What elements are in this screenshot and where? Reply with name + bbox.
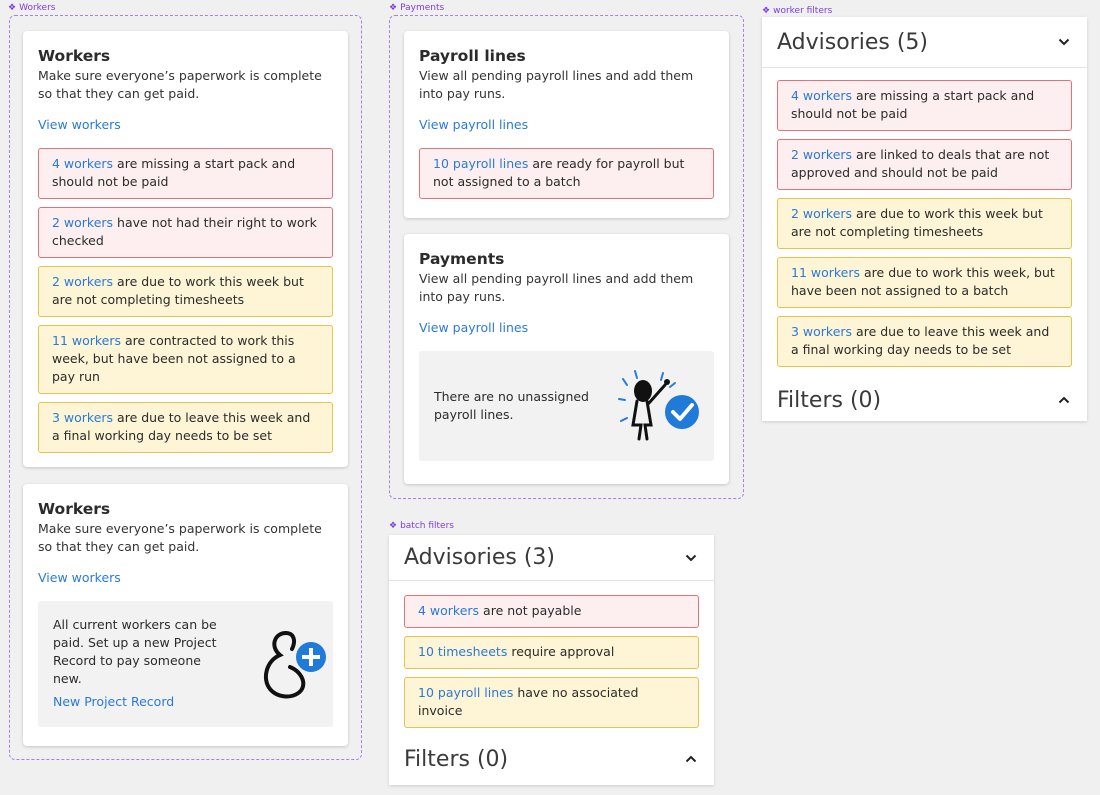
alert-item: 2 workers are due to work this week but … xyxy=(777,198,1072,249)
alert-item: 11 workers are contracted to work this w… xyxy=(38,325,333,394)
filters-title: Filters (0) xyxy=(777,387,882,413)
advisories-title: Advisories (3) xyxy=(404,545,555,570)
card-description: View all pending payroll lines and add t… xyxy=(419,68,694,101)
empty-state-text: There are no unassigned payroll lines. xyxy=(434,389,589,422)
alert-item: 3 workers are due to leave this week and… xyxy=(38,402,333,453)
card-title: Payments xyxy=(419,250,505,268)
chevron-down-icon[interactable] xyxy=(1056,34,1072,50)
celebration-illustration-icon xyxy=(618,370,699,441)
view-workers-link[interactable]: View workers xyxy=(38,117,333,132)
workers-empty-card: Workers Make sure everyone’s paperwork i… xyxy=(23,484,348,746)
alert-link[interactable]: 4 workers xyxy=(418,603,479,618)
component-icon: ❖ xyxy=(762,6,771,16)
alert-item: 4 workers are missing a start pack and s… xyxy=(777,80,1072,131)
alert-list: 4 workers are not payable 10 timesheets … xyxy=(389,581,714,728)
alert-list: 4 workers are missing a start pack and s… xyxy=(38,148,333,453)
alert-link[interactable]: 11 workers xyxy=(52,333,121,348)
view-payroll-lines-link[interactable]: View payroll lines xyxy=(419,117,714,132)
card-title: Payroll lines xyxy=(419,47,526,65)
frame-label-worker-filters: ❖ worker filters xyxy=(762,6,833,16)
card-description: View all pending payroll lines and add t… xyxy=(419,271,694,304)
alert-link[interactable]: 2 workers xyxy=(52,274,113,289)
alert-item: 10 timesheets require approval xyxy=(404,636,699,669)
component-icon: ❖ xyxy=(389,3,398,13)
advisories-header[interactable]: Advisories (3) xyxy=(389,535,714,580)
chevron-up-icon[interactable] xyxy=(683,751,699,767)
workers-card: Workers Make sure everyone’s paperwork i… xyxy=(23,31,348,467)
alert-link[interactable]: 11 workers xyxy=(791,265,860,280)
alert-link[interactable]: 10 payroll lines xyxy=(418,685,513,700)
alert-item: 4 workers are missing a start pack and s… xyxy=(38,148,333,199)
card-title: Workers xyxy=(38,500,111,518)
advisories-title: Advisories (5) xyxy=(777,29,928,55)
alert-link[interactable]: 3 workers xyxy=(52,410,113,425)
alert-link[interactable]: 10 payroll lines xyxy=(433,156,528,171)
alert-link[interactable]: 2 workers xyxy=(791,206,852,221)
empty-state-text: All current workers can be paid. Set up … xyxy=(53,617,217,686)
empty-state-box: All current workers can be paid. Set up … xyxy=(38,601,333,727)
batch-filters-panel: Advisories (3) 4 workers are not payable… xyxy=(389,535,714,785)
view-payroll-lines-link[interactable]: View payroll lines xyxy=(419,320,714,335)
alert-link[interactable]: 4 workers xyxy=(791,88,852,103)
payroll-lines-card: Payroll lines View all pending payroll l… xyxy=(404,31,729,218)
worker-filters-panel: Advisories (5) 4 workers are missing a s… xyxy=(762,17,1087,421)
card-description: Make sure everyone’s paperwork is comple… xyxy=(38,521,322,554)
view-workers-link[interactable]: View workers xyxy=(38,570,333,585)
alert-item: 11 workers are due to work this week, bu… xyxy=(777,257,1072,308)
empty-state-box: There are no unassigned payroll lines. xyxy=(419,351,714,461)
component-icon: ❖ xyxy=(8,3,17,13)
card-description: Make sure everyone’s paperwork is comple… xyxy=(38,68,322,101)
alert-list: 4 workers are missing a start pack and s… xyxy=(762,68,1087,367)
alert-item: 10 payroll lines have no associated invo… xyxy=(404,677,699,728)
alert-link[interactable]: 4 workers xyxy=(52,156,113,171)
chevron-up-icon[interactable] xyxy=(1056,392,1072,408)
filters-title: Filters (0) xyxy=(404,746,509,772)
component-icon: ❖ xyxy=(389,521,398,531)
frame-label-workers: ❖ Workers xyxy=(8,3,56,13)
filters-header[interactable]: Filters (0) xyxy=(762,375,1087,425)
alert-item: 2 workers are linked to deals that are n… xyxy=(777,139,1072,190)
alert-item: 4 workers are not payable xyxy=(404,595,699,628)
frame-label-payments: ❖ Payments xyxy=(389,3,445,13)
alert-item: 2 workers are due to work this week but … xyxy=(38,266,333,317)
chevron-down-icon[interactable] xyxy=(683,550,699,566)
alert-link[interactable]: 2 workers xyxy=(791,147,852,162)
advisories-header[interactable]: Advisories (5) xyxy=(762,17,1087,67)
alert-item: 10 payroll lines are ready for payroll b… xyxy=(419,148,714,199)
alert-link[interactable]: 10 timesheets xyxy=(418,644,507,659)
frame-label-batch-filters: ❖ batch filters xyxy=(389,521,454,531)
alert-link[interactable]: 2 workers xyxy=(52,215,113,230)
filters-header[interactable]: Filters (0) xyxy=(389,736,714,782)
alert-link[interactable]: 3 workers xyxy=(791,324,852,339)
alert-item: 2 workers have not had their right to wo… xyxy=(38,207,333,258)
payments-card: Payments View all pending payroll lines … xyxy=(404,234,729,484)
alert-item: 3 workers are due to leave this week and… xyxy=(777,316,1072,367)
card-title: Workers xyxy=(38,47,111,65)
add-person-illustration-icon xyxy=(263,631,326,699)
